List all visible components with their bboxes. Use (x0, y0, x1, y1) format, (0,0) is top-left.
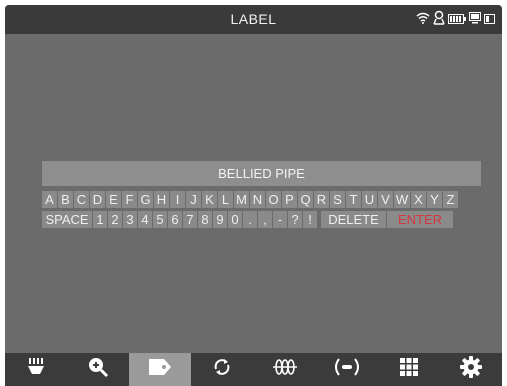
key-6[interactable]: 6 (168, 211, 182, 228)
key-u[interactable]: U (362, 191, 377, 208)
key-w[interactable]: W (394, 191, 410, 208)
key-e[interactable]: E (106, 191, 121, 208)
key-m[interactable]: M (234, 191, 249, 208)
app-screen: LABEL BELLIED PIPE A B C D E F G H I J K… (5, 5, 502, 386)
key-n[interactable]: N (250, 191, 265, 208)
label-button[interactable] (129, 353, 192, 386)
key-j[interactable]: J (186, 191, 201, 208)
rotate-button[interactable] (191, 353, 253, 386)
key-q[interactable]: Q (298, 191, 313, 208)
key-z[interactable]: Z (443, 191, 458, 208)
delete-button[interactable]: DELETE (321, 211, 386, 228)
key-4[interactable]: 4 (138, 211, 152, 228)
key-b[interactable]: B (58, 191, 73, 208)
wifi-icon (416, 11, 430, 29)
pipe-icon (272, 358, 298, 381)
key-0[interactable]: 0 (228, 211, 242, 228)
top-bar: LABEL (5, 5, 502, 34)
keyboard-row-letters: A B C D E F G H I J K L M N O P Q R S T … (42, 191, 458, 208)
key-3[interactable]: 3 (123, 211, 137, 228)
key-t[interactable]: T (346, 191, 361, 208)
key-f[interactable]: F (122, 191, 137, 208)
signal-icon (334, 357, 360, 382)
key-x[interactable]: X (411, 191, 426, 208)
gauge-button[interactable] (5, 353, 67, 386)
keyboard-row-numbers: SPACE 1 2 3 4 5 6 7 8 9 0 . , - ? ! DELE… (42, 211, 453, 228)
label-tag-icon (148, 358, 172, 381)
key-g[interactable]: G (138, 191, 153, 208)
display-icon (469, 11, 481, 29)
label-input[interactable]: BELLIED PIPE (42, 161, 481, 186)
status-icons (416, 10, 496, 30)
key-a[interactable]: A (42, 191, 57, 208)
key-k[interactable]: K (202, 191, 217, 208)
key-c[interactable]: C (74, 191, 89, 208)
key-s[interactable]: S (330, 191, 345, 208)
key-h[interactable]: H (154, 191, 169, 208)
settings-button[interactable] (440, 353, 502, 386)
key-1[interactable]: 1 (93, 211, 107, 228)
zoom-in-button[interactable] (67, 353, 129, 386)
key-p[interactable]: P (282, 191, 297, 208)
key-space[interactable]: SPACE (42, 211, 92, 228)
key-l[interactable]: L (218, 191, 233, 208)
key-question[interactable]: ? (288, 211, 302, 228)
grid-button[interactable] (378, 353, 440, 386)
key-d[interactable]: D (90, 191, 105, 208)
key-v[interactable]: V (378, 191, 393, 208)
key-hyphen[interactable]: - (273, 211, 287, 228)
key-comma[interactable]: , (258, 211, 272, 228)
key-5[interactable]: 5 (153, 211, 167, 228)
bottom-toolbar (5, 353, 502, 386)
gauge-icon (26, 357, 46, 382)
key-o[interactable]: O (266, 191, 281, 208)
battery-small-icon (484, 11, 496, 29)
key-period[interactable]: . (243, 211, 257, 228)
key-exclaim[interactable]: ! (303, 211, 317, 228)
zoom-in-icon (87, 356, 109, 383)
battery-icon (448, 11, 466, 29)
key-2[interactable]: 2 (108, 211, 122, 228)
key-r[interactable]: R (314, 191, 329, 208)
gps-icon (433, 10, 445, 30)
pipe-button[interactable] (254, 353, 316, 386)
enter-button[interactable]: ENTER (387, 211, 453, 228)
rotate-icon (212, 357, 232, 382)
key-9[interactable]: 9 (213, 211, 227, 228)
settings-icon (459, 356, 482, 383)
key-8[interactable]: 8 (198, 211, 212, 228)
grid-icon (399, 357, 419, 382)
signal-button[interactable] (316, 353, 378, 386)
key-7[interactable]: 7 (183, 211, 197, 228)
key-i[interactable]: I (170, 191, 185, 208)
key-y[interactable]: Y (427, 191, 442, 208)
